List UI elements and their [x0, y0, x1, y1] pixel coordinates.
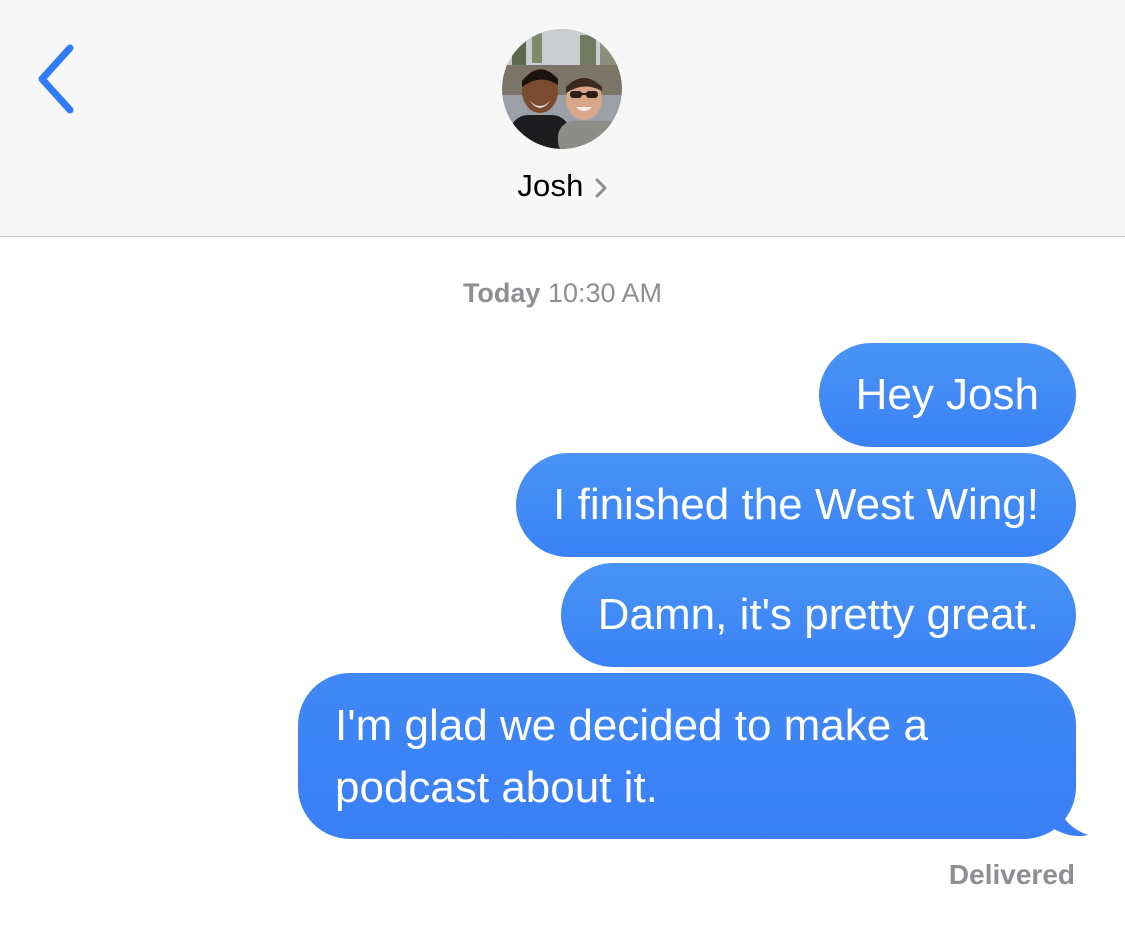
message-text-line: I'm glad we decided to make a [335, 701, 928, 750]
contact-name: Josh [517, 168, 584, 203]
messages-screen: Josh Today 10:30 AM Hey Josh I finished … [0, 0, 1125, 944]
message-bubble[interactable]: Damn, it's pretty great. [560, 563, 1076, 667]
chevron-left-icon [38, 44, 74, 114]
message-text-line: podcast about it. [335, 763, 658, 812]
chevron-right-icon [594, 177, 608, 199]
message-text: Damn, it's pretty great. [597, 590, 1039, 639]
message-bubble[interactable]: I finished the West Wing! [516, 453, 1076, 557]
contact-name-button[interactable]: Josh [0, 166, 1125, 206]
back-button[interactable] [30, 42, 90, 114]
conversation-header: Josh [0, 0, 1125, 237]
delivery-status: Delivered [948, 859, 1075, 890]
timestamp-day: Today [462, 278, 541, 308]
bubble-tail [1054, 799, 1094, 839]
timestamp-time: 10:30 AM [547, 278, 663, 308]
contact-photo [502, 29, 622, 149]
avatar[interactable] [502, 29, 622, 149]
message-timestamp: Today 10:30 AM [0, 278, 1125, 309]
message-bubble[interactable]: Hey Josh [818, 343, 1076, 447]
message-text: I finished the West Wing! [553, 480, 1039, 529]
message-thread: Hey Josh I finished the West Wing! Damn,… [176, 343, 1088, 845]
message-bubble[interactable]: I'm glad we decided to make a podcast ab… [298, 673, 1088, 839]
message-text: Hey Josh [855, 370, 1039, 419]
